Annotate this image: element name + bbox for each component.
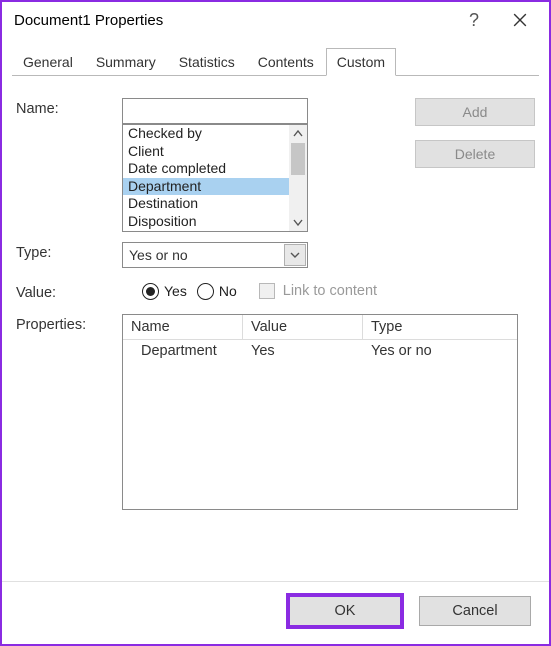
value-row: Value: Yes No Link to content — [16, 278, 535, 304]
link-to-content-checkbox[interactable] — [259, 283, 275, 299]
scroll-thumb[interactable] — [291, 143, 305, 175]
col-header-name[interactable]: Name — [123, 315, 243, 339]
link-to-content-label: Link to content — [283, 283, 377, 299]
name-list-scrollbar[interactable] — [289, 125, 307, 231]
add-button[interactable]: Add — [415, 98, 535, 126]
name-listbox[interactable]: Checked by Client Date completed Departm… — [122, 124, 308, 232]
dialog-footer: OK Cancel — [2, 581, 549, 644]
properties-table[interactable]: Name Value Type Department Yes Yes or no — [122, 314, 518, 510]
type-select[interactable]: Yes or no — [122, 242, 308, 268]
tab-general[interactable]: General — [12, 48, 84, 76]
radio-icon — [142, 283, 159, 300]
list-item[interactable]: Destination — [123, 195, 289, 213]
type-select-value: Yes or no — [123, 247, 283, 263]
titlebar: Document1 Properties ? — [2, 2, 549, 38]
col-header-value[interactable]: Value — [243, 315, 363, 339]
window-title: Document1 Properties — [14, 12, 451, 29]
tab-custom[interactable]: Custom — [326, 48, 396, 76]
delete-button[interactable]: Delete — [415, 140, 535, 168]
list-item[interactable]: Date completed — [123, 160, 289, 178]
tab-statistics[interactable]: Statistics — [168, 48, 246, 76]
value-label: Value: — [16, 282, 122, 301]
side-button-column: Add Delete — [415, 98, 535, 168]
type-select-arrow[interactable] — [284, 244, 306, 266]
scroll-down-icon[interactable] — [289, 213, 307, 231]
help-icon: ? — [469, 10, 479, 31]
tab-summary[interactable]: Summary — [85, 48, 167, 76]
radio-label: No — [219, 283, 237, 299]
radio-icon — [197, 283, 214, 300]
radio-label: Yes — [164, 283, 187, 299]
chevron-down-icon — [290, 250, 300, 260]
cell-name: Department — [123, 343, 243, 359]
name-row: Name: Checked by Client Date completed D… — [16, 98, 535, 232]
close-icon — [513, 13, 527, 27]
list-item[interactable]: Checked by — [123, 125, 289, 143]
cell-type: Yes or no — [363, 343, 517, 359]
link-to-content-wrap: Link to content — [259, 283, 377, 299]
name-list-items: Checked by Client Date completed Departm… — [123, 125, 289, 231]
list-item[interactable]: Disposition — [123, 213, 289, 231]
name-input[interactable] — [122, 98, 308, 124]
name-label: Name: — [16, 98, 122, 117]
tab-contents[interactable]: Contents — [247, 48, 325, 76]
value-radio-no[interactable]: No — [197, 283, 237, 300]
col-header-type[interactable]: Type — [363, 315, 517, 339]
cancel-button[interactable]: Cancel — [419, 596, 531, 626]
properties-row: Properties: Name Value Type Department Y… — [16, 314, 535, 510]
type-label: Type: — [16, 242, 122, 261]
close-button[interactable] — [497, 5, 543, 35]
properties-table-header: Name Value Type — [123, 315, 517, 340]
scroll-up-icon[interactable] — [289, 125, 307, 143]
value-radio-yes[interactable]: Yes — [142, 283, 187, 300]
properties-table-body: Department Yes Yes or no — [123, 340, 517, 362]
type-row: Type: Yes or no — [16, 242, 535, 268]
tab-content-custom: Name: Checked by Client Date completed D… — [2, 76, 549, 581]
help-button[interactable]: ? — [451, 5, 497, 35]
table-row[interactable]: Department Yes Yes or no — [123, 340, 517, 362]
list-item[interactable]: Department — [123, 178, 289, 196]
tab-strip: General Summary Statistics Contents Cust… — [12, 48, 539, 76]
ok-button[interactable]: OK — [289, 596, 401, 626]
cell-value: Yes — [243, 343, 363, 359]
list-item[interactable]: Client — [123, 143, 289, 161]
properties-label: Properties: — [16, 314, 122, 333]
value-radio-group: Yes No — [122, 278, 237, 304]
properties-dialog: Document1 Properties ? General Summary S… — [0, 0, 551, 646]
